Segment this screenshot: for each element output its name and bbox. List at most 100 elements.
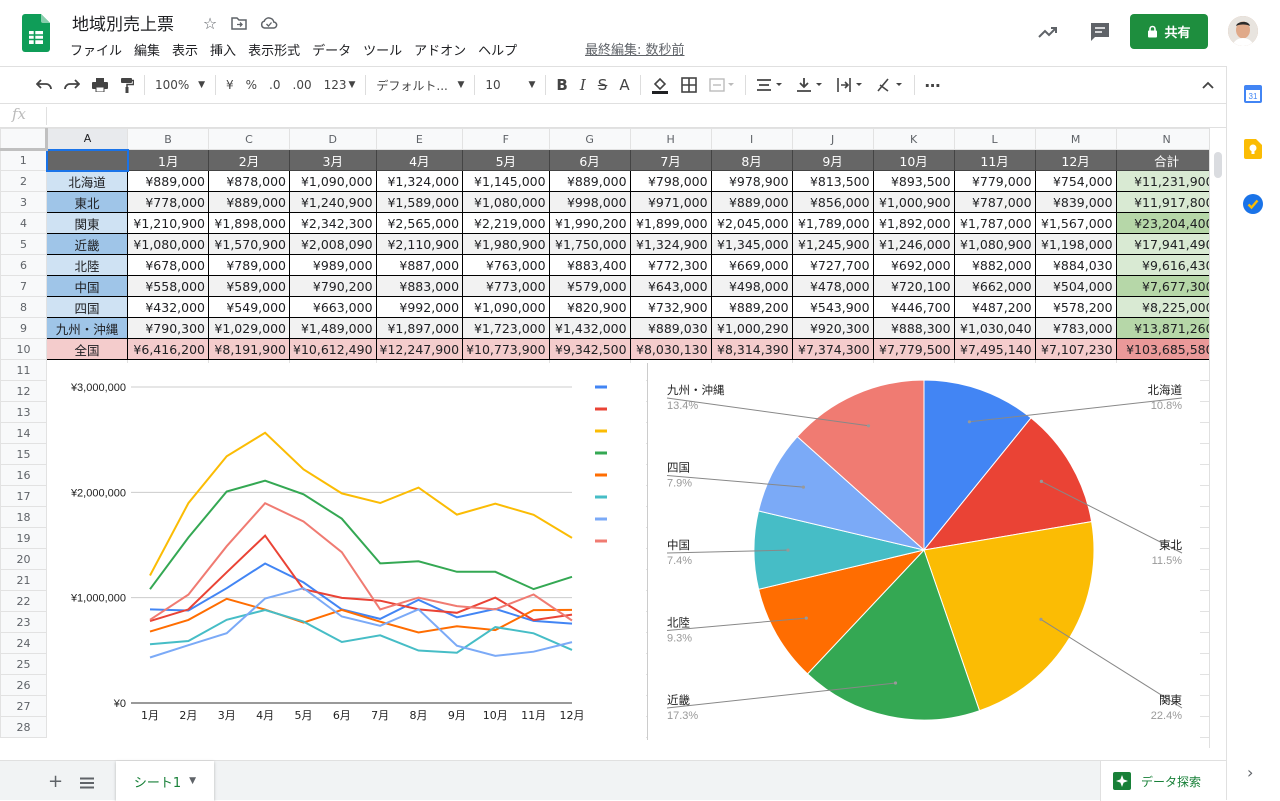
cell[interactable]: ¥889,200	[710, 296, 793, 318]
column-header[interactable]: N	[1115, 128, 1218, 150]
cell[interactable]: 合計	[1115, 149, 1218, 171]
explore-button[interactable]: データ探索	[1100, 761, 1226, 801]
row-header[interactable]: 25	[0, 653, 47, 675]
expand-panel-icon[interactable]: ›	[1247, 763, 1253, 782]
cell[interactable]: ¥720,100	[872, 275, 955, 297]
cell[interactable]: ¥888,300	[872, 317, 955, 339]
menu-file[interactable]: ファイル	[64, 38, 128, 60]
cell[interactable]: ¥813,500	[791, 170, 874, 192]
keep-icon[interactable]	[1244, 139, 1262, 163]
text-wrap-icon[interactable]	[830, 72, 870, 98]
cell[interactable]: ¥1,245,900	[791, 233, 874, 255]
pie-chart[interactable]: 北海道 10.8% 東北 11.5% 関東 22.4% 九州・沖縄 13.4% 四国 7.9% 中国…	[647, 363, 1200, 740]
cell[interactable]: ¥763,000	[462, 254, 550, 276]
cell[interactable]: ¥754,000	[1034, 170, 1117, 192]
cell[interactable]: ¥1,000,290	[710, 317, 793, 339]
cell[interactable]: ¥889,030	[629, 317, 712, 339]
cell[interactable]: ¥1,210,900	[127, 212, 209, 234]
row-header[interactable]: 22	[0, 590, 47, 612]
cell[interactable]: ¥1,198,000	[1034, 233, 1117, 255]
cloud-status-icon[interactable]	[258, 12, 280, 34]
strikethrough-button[interactable]: S	[592, 72, 614, 98]
borders-icon[interactable]	[675, 72, 703, 98]
cell[interactable]: ¥23,204,400	[1115, 212, 1218, 234]
region-cell[interactable]: 近畿	[46, 233, 128, 255]
move-folder-icon[interactable]	[228, 12, 250, 34]
cell[interactable]: ¥1,080,900	[953, 233, 1036, 255]
row-header[interactable]: 16	[0, 464, 47, 486]
cell[interactable]: ¥578,200	[1034, 296, 1117, 318]
row-header[interactable]: 20	[0, 548, 47, 570]
cell[interactable]: ¥1,723,000	[462, 317, 550, 339]
row-header[interactable]: 2	[0, 170, 47, 192]
cell[interactable]: ¥692,000	[872, 254, 955, 276]
cell[interactable]: ¥487,200	[953, 296, 1036, 318]
tab-sheet1[interactable]: シート1 ▼	[116, 761, 214, 801]
cell[interactable]: ¥2,008,090	[289, 233, 377, 255]
row-header[interactable]: 17	[0, 485, 47, 507]
row-header[interactable]: 7	[0, 275, 47, 297]
cell[interactable]: ¥1,324,900	[629, 233, 712, 255]
cell[interactable]: 7月	[629, 149, 712, 171]
cell[interactable]: ¥2,219,000	[462, 212, 550, 234]
row-header[interactable]: 27	[0, 695, 47, 717]
row-header[interactable]: 12	[0, 380, 47, 402]
row-header[interactable]: 1	[0, 149, 47, 171]
formula-bar[interactable]	[0, 104, 1226, 128]
cell[interactable]: ¥1,789,000	[791, 212, 874, 234]
row-header[interactable]: 24	[0, 632, 47, 654]
font-size-select[interactable]: 10 ▼	[479, 72, 541, 98]
select-all-corner[interactable]	[0, 128, 48, 151]
menu-tools[interactable]: ツール	[357, 38, 408, 60]
text-color-button[interactable]: A	[613, 72, 635, 98]
column-header[interactable]: C	[208, 128, 290, 150]
cell[interactable]: 8月	[710, 149, 793, 171]
row-header[interactable]: 5	[0, 233, 47, 255]
cell[interactable]: ¥478,000	[791, 275, 874, 297]
column-header[interactable]: I	[710, 128, 793, 150]
more-formats-select[interactable]: 123 ▼	[318, 72, 362, 98]
cell[interactable]: ¥10,773,900	[462, 338, 550, 360]
row-header[interactable]: 23	[0, 611, 47, 633]
cell[interactable]: ¥7,779,500	[872, 338, 955, 360]
cell[interactable]: ¥856,000	[791, 191, 874, 213]
cell[interactable]: ¥662,000	[953, 275, 1036, 297]
row-header[interactable]: 10	[0, 338, 47, 360]
fill-color-icon[interactable]	[645, 72, 675, 98]
cell[interactable]: ¥1,489,000	[289, 317, 377, 339]
cell[interactable]: ¥889,000	[710, 191, 793, 213]
cell[interactable]: ¥778,000	[127, 191, 209, 213]
undo-icon[interactable]	[30, 72, 58, 98]
cell[interactable]: ¥1,000,900	[872, 191, 955, 213]
avatar[interactable]	[1228, 16, 1258, 46]
print-icon[interactable]	[86, 72, 114, 98]
cell[interactable]: ¥1,345,000	[710, 233, 793, 255]
cell[interactable]: ¥772,300	[629, 254, 712, 276]
cell[interactable]: ¥920,300	[791, 317, 874, 339]
cell[interactable]: ¥1,892,000	[872, 212, 955, 234]
cell[interactable]: ¥789,000	[208, 254, 290, 276]
cell[interactable]: ¥8,030,130	[629, 338, 712, 360]
column-header[interactable]: F	[462, 128, 550, 150]
activity-trend-icon[interactable]	[1036, 20, 1060, 44]
menu-help[interactable]: ヘルプ	[472, 38, 523, 60]
cell[interactable]: ¥1,090,000	[462, 296, 550, 318]
column-header[interactable]: K	[872, 128, 955, 150]
redo-icon[interactable]	[58, 72, 86, 98]
column-header[interactable]: H	[629, 128, 712, 150]
cell[interactable]: ¥11,231,900	[1115, 170, 1218, 192]
cell[interactable]: ¥1,080,000	[127, 233, 209, 255]
region-cell[interactable]: 東北	[46, 191, 128, 213]
cell[interactable]: ¥882,000	[953, 254, 1036, 276]
cell[interactable]: ¥1,240,900	[289, 191, 377, 213]
merge-cells-icon[interactable]	[703, 72, 741, 98]
row-header[interactable]: 11	[0, 359, 47, 381]
region-cell[interactable]: 北海道	[46, 170, 128, 192]
row-header[interactable]: 14	[0, 422, 47, 444]
column-header[interactable]: B	[127, 128, 209, 150]
cell[interactable]: ¥504,000	[1034, 275, 1117, 297]
menu-addons[interactable]: アドオン	[408, 38, 472, 60]
region-cell[interactable]: 北陸	[46, 254, 128, 276]
cell[interactable]: ¥1,898,000	[208, 212, 290, 234]
more-options-icon[interactable]: ⋯	[919, 72, 947, 98]
